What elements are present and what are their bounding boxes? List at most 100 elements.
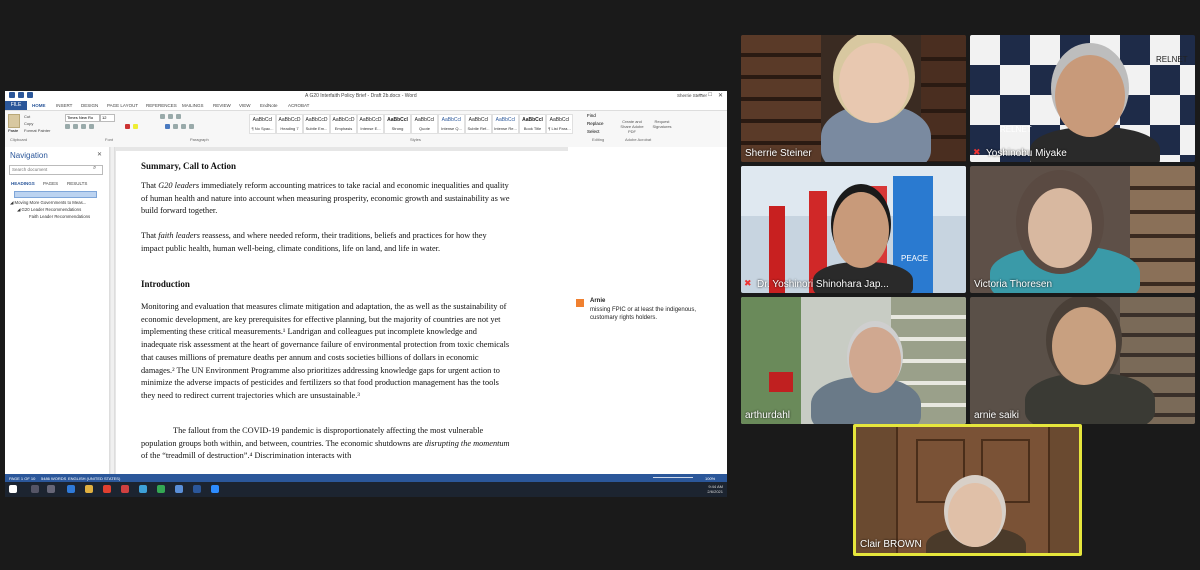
copy-button[interactable]: Copy	[24, 121, 33, 126]
comment-text[interactable]: missing FPIC or at least the indigenous,…	[590, 307, 720, 322]
multilevel-list-icon[interactable]	[176, 114, 181, 119]
style-subtle-reference[interactable]: AaBbCcI Subtle Ref...	[465, 114, 492, 134]
search-icon[interactable]	[31, 485, 39, 493]
bullets-icon[interactable]	[160, 114, 165, 119]
tab-home[interactable]: HOME	[32, 103, 46, 108]
redo-icon[interactable]	[27, 92, 33, 98]
tab-insert[interactable]: INSERT	[56, 103, 72, 108]
clock[interactable]: 9:44 AM 2/6/2021	[707, 484, 723, 494]
style-intense-quote[interactable]: AaBbCcI Intense Q...	[438, 114, 465, 134]
save-icon[interactable]	[9, 92, 15, 98]
participant-face	[839, 43, 909, 123]
zoom-level[interactable]: 100%	[705, 476, 715, 481]
format-painter-button[interactable]: Format Painter	[24, 128, 50, 133]
window-controls: – □ ✕	[699, 92, 723, 99]
numbering-icon[interactable]	[168, 114, 173, 119]
comment-avatar	[576, 299, 584, 307]
style-no-spacing[interactable]: AaBbCcI ¶ No Spac...	[249, 114, 276, 134]
style-subtle-emphasis[interactable]: AaBbCcD Subtle Em...	[303, 114, 330, 134]
paragraph-g20: That G20 leaders immediately reform acco…	[141, 181, 510, 216]
align-right-icon[interactable]	[181, 124, 186, 129]
font-size-select[interactable]: 12	[100, 114, 115, 122]
selected-heading-highlight[interactable]	[14, 191, 97, 198]
chrome-icon[interactable]	[103, 485, 111, 493]
replace-button[interactable]: Replace	[587, 121, 604, 126]
strikethrough-icon[interactable]	[89, 124, 94, 129]
file-explorer-icon[interactable]	[85, 485, 93, 493]
app-icon[interactable]	[121, 485, 129, 493]
nav-heading-item[interactable]: Faith Leader Recommendations	[29, 214, 90, 219]
request-signatures-button[interactable]: Request Signatures	[650, 119, 674, 129]
page-count[interactable]: PAGE 1 OF 10	[9, 476, 35, 481]
tab-mailings[interactable]: MAILINGS	[182, 103, 204, 108]
select-button[interactable]: Select	[587, 129, 600, 134]
participant-name: Sherrie Steiner	[745, 148, 812, 159]
tab-references[interactable]: REFERENCES	[146, 103, 177, 108]
tab-pages[interactable]: PAGES	[43, 181, 58, 186]
bold-icon[interactable]	[65, 124, 70, 129]
cut-button[interactable]: Cut	[24, 114, 30, 119]
style-book-title[interactable]: AaBbCcI Book Title	[519, 114, 546, 134]
video-tile-yoshinobu-miyake[interactable]: RELNET RELNET ✖ Yoshinobu Miyake	[970, 35, 1195, 162]
style-strong[interactable]: AaBbCcI Strong	[384, 114, 411, 134]
zoom-slider[interactable]	[653, 477, 693, 478]
nav-heading-item[interactable]: ◢ G20 Leader Recommendations	[17, 207, 81, 213]
underline-icon[interactable]	[81, 124, 86, 129]
minimize-icon[interactable]: –	[699, 92, 702, 99]
close-icon[interactable]: ✕	[718, 92, 723, 99]
video-tile-sherrie-steiner[interactable]: Sherrie Steiner	[741, 35, 966, 162]
word-count[interactable]: 5486 WORDS	[41, 476, 66, 481]
app-icon[interactable]	[175, 485, 183, 493]
style-emphasis[interactable]: AaBbCcD Emphasis	[330, 114, 357, 134]
tab-design[interactable]: DESIGN	[81, 103, 98, 108]
word-icon[interactable]	[193, 485, 201, 493]
find-button[interactable]: Find	[587, 113, 596, 118]
close-icon[interactable]: ✕	[97, 151, 102, 158]
app-icon[interactable]	[139, 485, 147, 493]
style-intense-reference[interactable]: AaBbCcI Intense Re...	[492, 114, 519, 134]
maximize-icon[interactable]: □	[708, 92, 712, 99]
tab-headings[interactable]: HEADINGS	[11, 181, 35, 186]
video-tile-arnie-saiki[interactable]: arnie saiki	[970, 297, 1195, 424]
task-view-icon[interactable]	[47, 485, 55, 493]
undo-icon[interactable]	[18, 92, 24, 98]
participant-face	[948, 483, 1002, 547]
tab-page-layout[interactable]: PAGE LAYOUT	[107, 103, 138, 108]
font-name-select[interactable]: Times New Ro	[65, 114, 100, 122]
video-tile-victoria-thoresen[interactable]: Victoria Thoresen	[970, 166, 1195, 293]
tab-view[interactable]: VIEW	[239, 103, 251, 108]
nav-heading-item[interactable]: ◢ Moving More Governments to Meas...	[10, 200, 86, 206]
tab-acrobat[interactable]: ACROBAT	[288, 103, 309, 108]
align-center-icon[interactable]	[173, 124, 178, 129]
participant-name: Yoshinobu Miyake	[986, 148, 1067, 159]
paste-icon[interactable]	[8, 114, 20, 128]
search-icon[interactable]: ⌕	[93, 165, 96, 172]
create-pdf-button[interactable]: Create and Share Adobe PDF	[617, 119, 647, 134]
style-quote[interactable]: AaBbCcI Quote	[411, 114, 438, 134]
search-document-input[interactable]: Search document	[9, 165, 103, 175]
participant-face	[849, 327, 901, 393]
app-icon[interactable]	[157, 485, 165, 493]
language[interactable]: ENGLISH (UNITED STATES)	[68, 476, 120, 481]
style-list-paragraph[interactable]: AaBbCcI ¶ List Para...	[546, 114, 573, 134]
comment-pane: Arnie missing FPIC or at least the indig…	[568, 147, 727, 474]
font-color-icon[interactable]	[125, 124, 130, 129]
highlight-icon[interactable]	[133, 124, 138, 129]
tab-review[interactable]: REVIEW	[213, 103, 231, 108]
style-heading-7[interactable]: AaBbCcD Heading 7	[276, 114, 303, 134]
align-left-icon[interactable]	[165, 124, 170, 129]
tab-endnote[interactable]: EndNote	[260, 103, 278, 108]
tab-results[interactable]: RESULTS	[67, 181, 87, 186]
justify-icon[interactable]	[189, 124, 194, 129]
windows-start-icon[interactable]	[9, 485, 17, 493]
tab-file[interactable]: FILE	[5, 101, 27, 110]
app-icon[interactable]	[67, 485, 75, 493]
video-tile-yoshinori-shinohara[interactable]: PEACE ✖ Dr. Yoshinori Shinohara Jap...	[741, 166, 966, 293]
title-bar: A G20 Interfaith Policy Brief - Draft 2b…	[5, 91, 727, 101]
italic-icon[interactable]	[73, 124, 78, 129]
zoom-icon[interactable]	[211, 485, 219, 493]
style-intense-emphasis[interactable]: AaBbCcD Intense E...	[357, 114, 384, 134]
paste-button[interactable]: Paste	[8, 128, 18, 133]
video-tile-arthurdahl[interactable]: arthurdahl	[741, 297, 966, 424]
video-tile-clair-brown-active-speaker[interactable]: Clair BROWN	[853, 424, 1082, 556]
